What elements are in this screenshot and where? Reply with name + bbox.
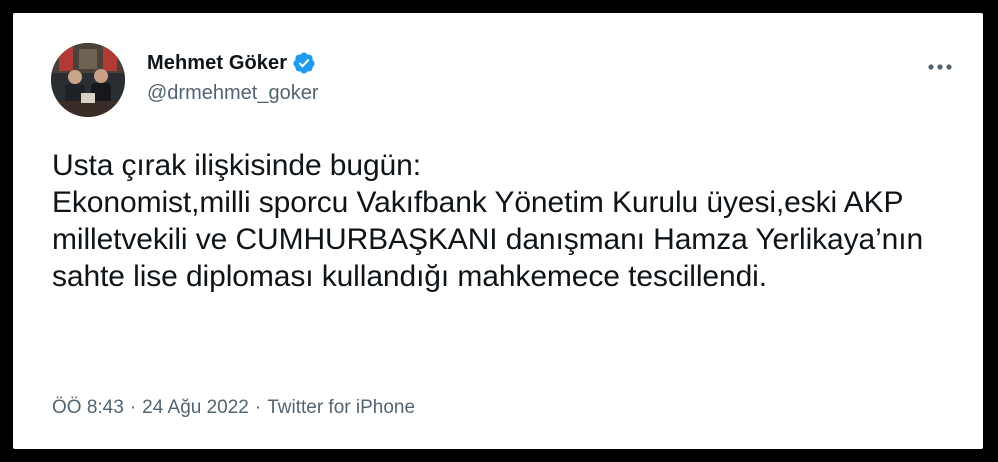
more-options-icon bbox=[928, 64, 952, 70]
meta-separator: · bbox=[254, 397, 262, 418]
tweet-meta: ÖÖ 8:43 · 24 Ağu 2022 · Twitter for iPho… bbox=[52, 394, 415, 422]
tweet-time[interactable]: ÖÖ 8:43 bbox=[52, 397, 124, 419]
tweet-header: Mehmet Göker @drmehmet_goker bbox=[51, 43, 955, 117]
meta-separator: · bbox=[129, 397, 137, 418]
verified-badge-icon bbox=[292, 51, 316, 75]
display-name[interactable]: Mehmet Göker bbox=[147, 52, 287, 75]
tweet-card: Mehmet Göker @drmehmet_goker Usta çırak … bbox=[13, 13, 983, 449]
tweet-date[interactable]: 24 Ağu 2022 bbox=[142, 397, 249, 419]
name-row: Mehmet Göker bbox=[147, 50, 318, 76]
avatar-photo bbox=[51, 43, 125, 117]
tweet-text: Usta çırak ilişkisinde bugün: Ekonomist,… bbox=[52, 149, 924, 293]
user-handle[interactable]: @drmehmet_goker bbox=[147, 82, 318, 105]
more-options-button[interactable] bbox=[925, 57, 955, 77]
avatar[interactable] bbox=[51, 43, 125, 117]
user-names: Mehmet Göker @drmehmet_goker bbox=[147, 50, 318, 105]
tweet-source[interactable]: Twitter for iPhone bbox=[267, 397, 415, 419]
